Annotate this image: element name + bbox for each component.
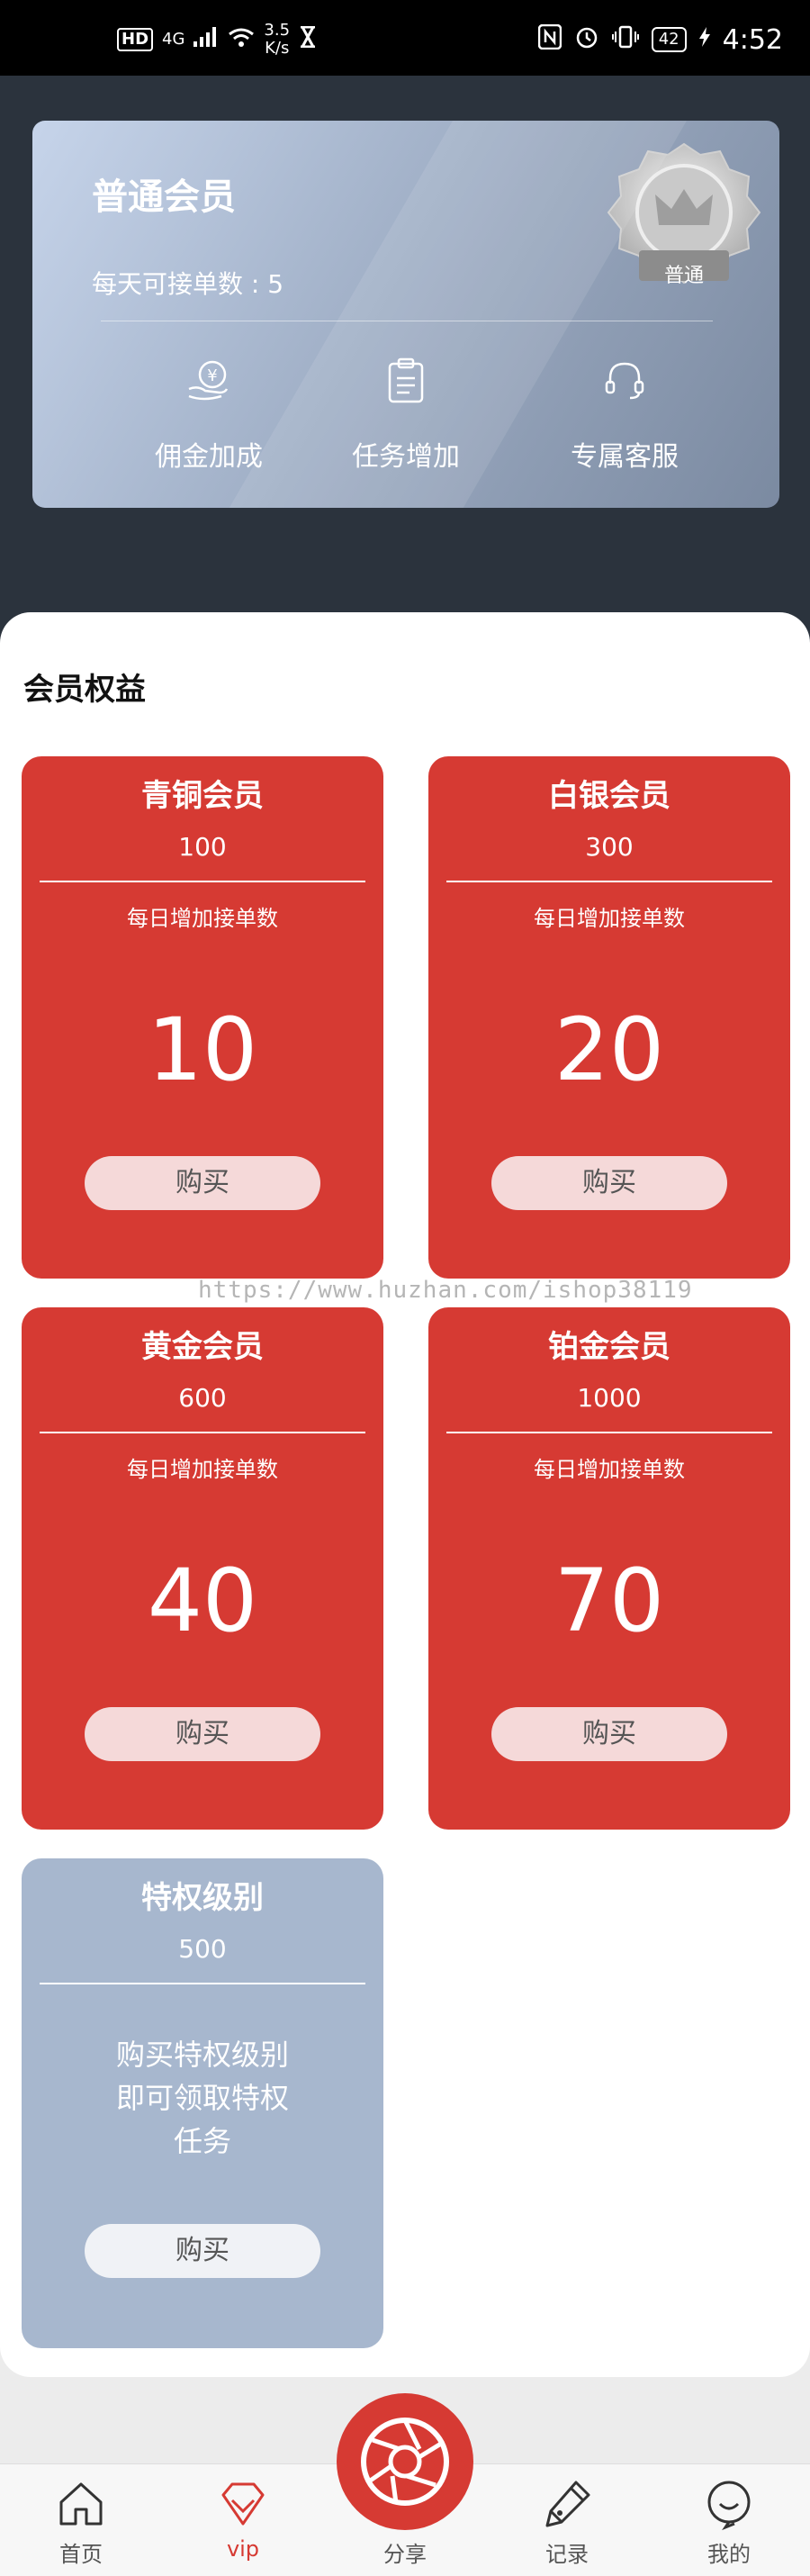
tier-divider: [40, 881, 365, 882]
tier-card-platinum: 铂金会员 1000 每日增加接单数 70 购买: [428, 1307, 790, 1830]
tier-price: 500: [178, 1934, 227, 1964]
hourglass-icon: [299, 25, 317, 53]
privilege-description: 购买特权级别 即可领取特权 任务: [22, 2033, 383, 2163]
tier-value: 70: [554, 1550, 665, 1651]
member-level-title: 普通会员: [92, 176, 236, 218]
pen-icon: [545, 2481, 590, 2527]
share-center-button[interactable]: [337, 2393, 473, 2530]
feature-service[interactable]: 专属客服: [535, 357, 715, 474]
tier-price: 300: [585, 832, 634, 862]
tab-mine[interactable]: 我的: [648, 2464, 810, 2576]
tab-home[interactable]: 首页: [0, 2464, 162, 2576]
home-icon: [59, 2482, 103, 2526]
tab-label: 首页: [59, 2542, 103, 2567]
diamond-icon: [221, 2482, 265, 2526]
watermark: https://www.huzhan.com/ishop38119: [198, 1277, 693, 1304]
tier-name: 黄金会员: [141, 1329, 264, 1365]
status-left: HD 4G 3.5 K/s: [117, 22, 317, 58]
network-speed: 3.5 K/s: [264, 22, 290, 58]
member-badge: 普通: [603, 139, 765, 301]
daily-orders-text: 每天可接单数 : 5: [92, 269, 284, 299]
tier-divider: [446, 1432, 772, 1433]
benefits-panel: 会员权益 青铜会员 100 每日增加接单数 10 购买 白银会员 300 每日增…: [0, 612, 810, 2377]
tier-description: 每日增加接单数: [534, 1457, 685, 1482]
tab-label: 记录: [545, 2542, 589, 2567]
tier-name: 铂金会员: [548, 1329, 670, 1365]
smile-icon: [707, 2481, 751, 2531]
tab-vip[interactable]: vip: [162, 2464, 324, 2576]
speed-value: 3.5: [264, 21, 291, 40]
tier-card-bronze: 青铜会员 100 每日增加接单数 10 购买: [22, 756, 383, 1279]
tier-price: 600: [178, 1383, 227, 1413]
tier-price: 1000: [577, 1383, 642, 1413]
feature-tasks[interactable]: 任务增加: [316, 357, 496, 474]
tab-label: 分享: [383, 2542, 427, 2567]
commission-icon: ¥: [188, 360, 229, 401]
tier-name: 青铜会员: [141, 778, 264, 814]
battery-level: 42: [651, 27, 687, 52]
tier-value: 10: [147, 999, 258, 1100]
buy-button[interactable]: 购买: [85, 1156, 320, 1210]
tier-value: 20: [554, 999, 665, 1100]
hd-indicator: HD: [117, 28, 154, 51]
tier-name: 特权级别: [141, 1880, 264, 1916]
tier-description: 每日增加接单数: [127, 906, 278, 931]
tier-card-silver: 白银会员 300 每日增加接单数 20 购买: [428, 756, 790, 1279]
privilege-description-line: 任务: [173, 2124, 231, 2158]
headset-icon: [605, 362, 644, 400]
clipboard-icon: [388, 357, 424, 403]
wifi-icon: [228, 27, 255, 52]
benefits-title: 会员权益: [23, 672, 146, 708]
tier-divider: [40, 1432, 365, 1433]
speed-unit: K/s: [265, 39, 290, 58]
tier-card-gold: 黄金会员 600 每日增加接单数 40 购买: [22, 1307, 383, 1830]
buy-button[interactable]: 购买: [491, 1156, 727, 1210]
buy-button[interactable]: 购买: [491, 1707, 727, 1761]
network-type: 4G: [162, 30, 185, 49]
buy-button[interactable]: 购买: [85, 1707, 320, 1761]
privilege-description-line: 购买特权级别: [115, 2038, 289, 2072]
alarm-icon: [574, 24, 599, 55]
charging-icon: [698, 27, 710, 52]
tier-description: 每日增加接单数: [127, 1457, 278, 1482]
nfc-icon: [537, 23, 562, 55]
vibrate-icon: [611, 24, 639, 55]
svg-text:¥: ¥: [207, 366, 217, 385]
buy-button[interactable]: 购买: [85, 2224, 320, 2278]
tier-name: 白银会员: [548, 778, 670, 814]
aperture-icon: [361, 2418, 449, 2506]
tab-records[interactable]: 记录: [486, 2464, 648, 2576]
status-right: 42 4:52: [537, 23, 783, 56]
feature-commission[interactable]: ¥ 佣金加成: [119, 357, 299, 474]
clock: 4:52: [722, 23, 783, 56]
feature-label: 任务增加: [352, 441, 460, 473]
privilege-description-line: 即可领取特权: [115, 2081, 289, 2115]
signal-icon: [194, 27, 219, 52]
feature-label: 佣金加成: [155, 441, 263, 473]
tier-divider: [40, 1983, 365, 1984]
status-bar: HD 4G 3.5 K/s 42 4:52: [0, 0, 810, 76]
tier-card-privilege: 特权级别 500 购买特权级别 即可领取特权 任务 购买: [22, 1858, 383, 2348]
tier-description: 每日增加接单数: [534, 906, 685, 931]
tier-divider: [446, 881, 772, 882]
feature-label: 专属客服: [571, 441, 679, 473]
tab-label: vip: [226, 2536, 260, 2562]
tier-value: 40: [147, 1550, 258, 1651]
badge-label: 普通: [663, 265, 704, 287]
member-level-card: 普通会员 每天可接单数 : 5 普通 ¥ 佣金加成 任务增加 专属客服: [32, 121, 779, 508]
tab-label: 我的: [707, 2542, 751, 2567]
tier-price: 100: [178, 832, 227, 862]
